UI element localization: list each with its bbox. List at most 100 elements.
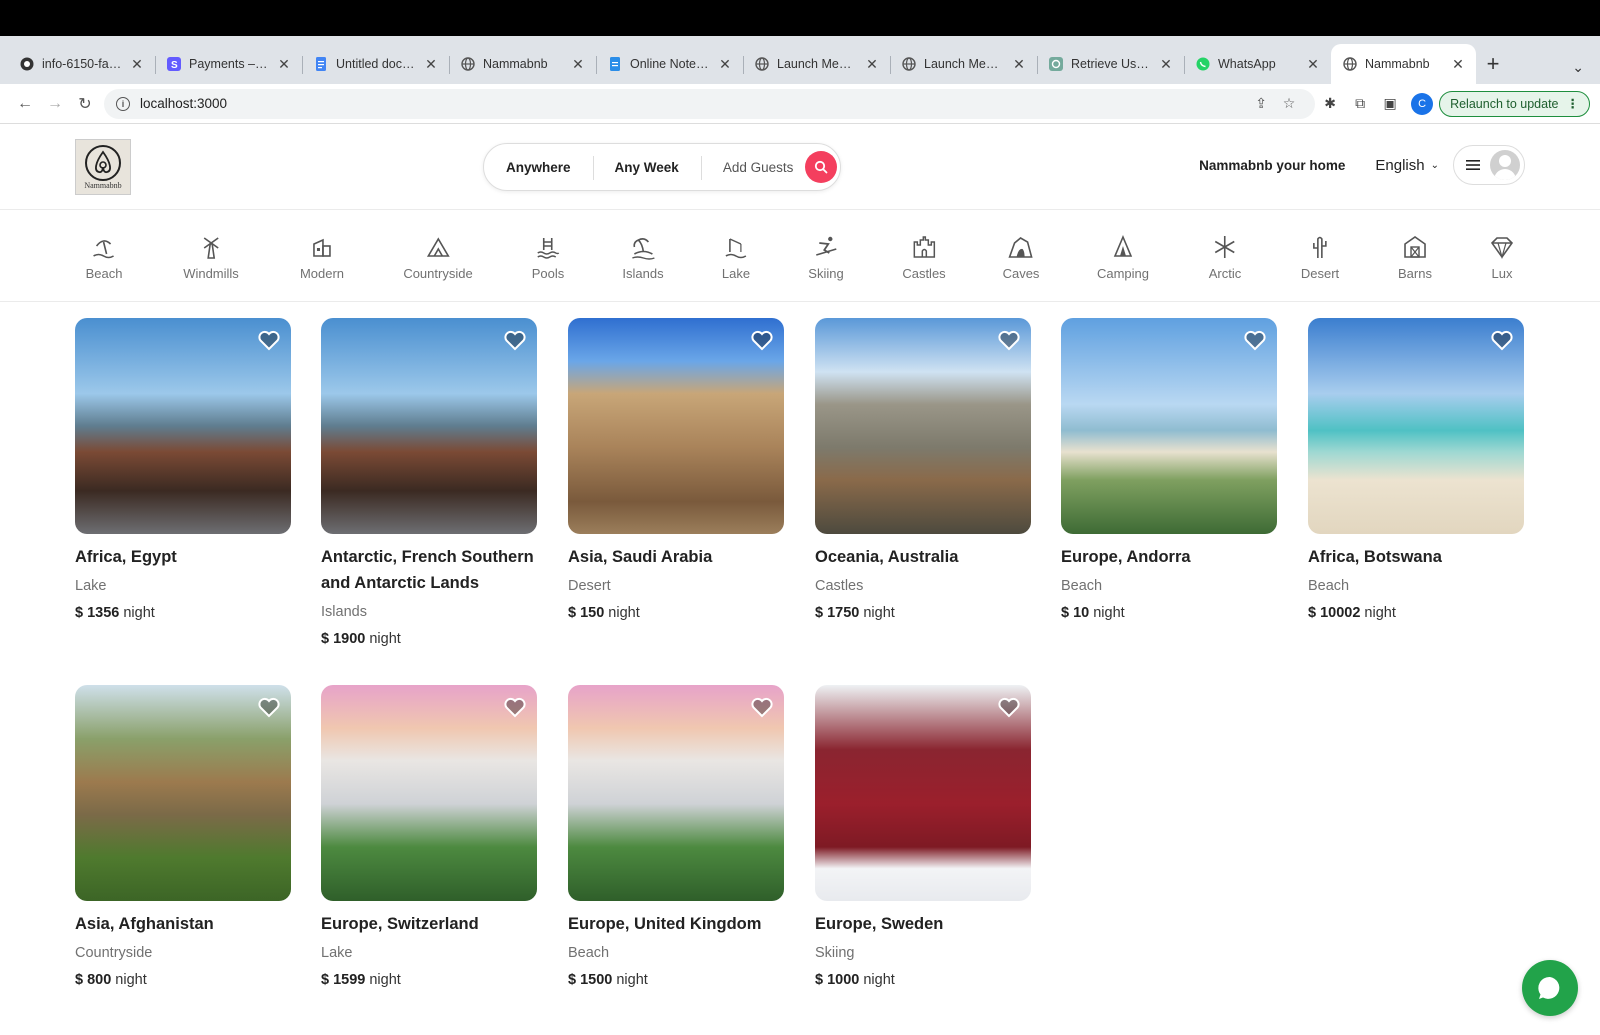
category-label: Castles bbox=[902, 266, 946, 281]
user-menu-button[interactable] bbox=[1453, 145, 1525, 185]
site-info-icon[interactable]: i bbox=[116, 96, 130, 111]
close-icon[interactable]: ✕ bbox=[276, 56, 292, 73]
heart-icon[interactable] bbox=[257, 695, 281, 719]
tab-search-chevron-icon[interactable]: ⌄ bbox=[1572, 59, 1584, 76]
category-beach[interactable]: Beach bbox=[86, 234, 122, 281]
listing-card[interactable]: Asia, Afghanistan Countryside $ 800 night bbox=[75, 685, 291, 991]
category-lux[interactable]: Lux bbox=[1489, 234, 1515, 281]
extension-icon[interactable]: ✱ bbox=[1315, 89, 1345, 119]
listing-price: $ 1000 night bbox=[815, 969, 1031, 991]
category-modern[interactable]: Modern bbox=[300, 234, 344, 281]
bookmark-star-icon[interactable]: ☆ bbox=[1275, 95, 1303, 112]
globe-icon bbox=[1343, 57, 1357, 71]
close-icon[interactable]: ✕ bbox=[570, 56, 586, 73]
heart-icon[interactable] bbox=[997, 328, 1021, 352]
category-caves[interactable]: Caves bbox=[1003, 234, 1039, 281]
heart-icon[interactable] bbox=[503, 328, 527, 352]
listing-image[interactable] bbox=[568, 318, 784, 534]
listing-image[interactable] bbox=[1061, 318, 1277, 534]
close-icon[interactable]: ✕ bbox=[717, 56, 733, 73]
listing-card[interactable]: Europe, United Kingdom Beach $ 1500 night bbox=[568, 685, 784, 991]
listing-card[interactable]: Europe, Switzerland Lake $ 1599 night bbox=[321, 685, 537, 991]
heart-icon[interactable] bbox=[257, 328, 281, 352]
heart-icon[interactable] bbox=[997, 695, 1021, 719]
listing-card[interactable]: Antarctic, French Southern and Antarctic… bbox=[321, 318, 537, 650]
category-lake[interactable]: Lake bbox=[722, 234, 750, 281]
listing-card[interactable]: Europe, Sweden Skiing $ 1000 night bbox=[815, 685, 1031, 991]
browser-tab[interactable]: Nammabnb ✕ bbox=[449, 44, 596, 84]
close-icon[interactable]: ✕ bbox=[1011, 56, 1027, 73]
browser-tab[interactable]: Launch Meeting ✕ bbox=[890, 44, 1037, 84]
browser-tab[interactable]: info-6150-fall-2 ✕ bbox=[8, 44, 155, 84]
category-islands[interactable]: Islands bbox=[622, 234, 664, 281]
browser-tab[interactable]: Online Notepad ✕ bbox=[596, 44, 743, 84]
category-arctic[interactable]: Arctic bbox=[1209, 234, 1241, 281]
browser-tab[interactable]: WhatsApp ✕ bbox=[1184, 44, 1331, 84]
heart-icon[interactable] bbox=[1243, 328, 1267, 352]
listing-card[interactable]: Europe, Andorra Beach $ 10 night bbox=[1061, 318, 1277, 624]
browser-tab[interactable]: Untitled document ✕ bbox=[302, 44, 449, 84]
close-icon[interactable]: ✕ bbox=[1158, 56, 1174, 73]
close-icon[interactable]: ✕ bbox=[864, 56, 880, 73]
browser-tab-active[interactable]: Nammabnb ✕ bbox=[1331, 44, 1476, 84]
search-bar[interactable]: Anywhere Any Week Add Guests bbox=[483, 143, 841, 191]
category-windmills[interactable]: Windmills bbox=[183, 234, 239, 281]
close-icon[interactable]: ✕ bbox=[129, 56, 145, 73]
category-countryside[interactable]: Countryside bbox=[403, 234, 473, 281]
close-icon[interactable]: ✕ bbox=[1305, 56, 1321, 73]
close-icon[interactable]: ✕ bbox=[1450, 56, 1466, 73]
svg-text:S: S bbox=[171, 60, 178, 71]
listing-card[interactable]: Africa, Botswana Beach $ 10002 night bbox=[1308, 318, 1524, 624]
price-amount: $ 1356 bbox=[75, 605, 120, 621]
category-pools[interactable]: Pools bbox=[532, 234, 564, 281]
heart-icon[interactable] bbox=[750, 695, 774, 719]
listing-card[interactable]: Asia, Saudi Arabia Desert $ 150 night bbox=[568, 318, 784, 624]
browser-tab[interactable]: Launch Meeting ✕ bbox=[743, 44, 890, 84]
search-any-week[interactable]: Any Week bbox=[592, 155, 701, 180]
heart-icon[interactable] bbox=[503, 695, 527, 719]
listing-image[interactable] bbox=[321, 318, 537, 534]
address-bar[interactable]: i localhost:3000 ⇪ ☆ bbox=[104, 88, 1316, 119]
listing-image[interactable] bbox=[75, 318, 291, 534]
category-skiing[interactable]: Skiing bbox=[808, 234, 844, 281]
category-label: Barns bbox=[1398, 266, 1432, 281]
category-castles[interactable]: Castles bbox=[902, 234, 946, 281]
puzzle-icon[interactable]: ⧉ bbox=[1345, 89, 1375, 119]
search-add-guests[interactable]: Add Guests bbox=[700, 155, 806, 180]
listing-image[interactable] bbox=[815, 318, 1031, 534]
listing-image[interactable] bbox=[815, 685, 1031, 901]
reload-icon[interactable]: ↻ bbox=[70, 89, 100, 119]
new-tab-button[interactable]: + bbox=[1476, 44, 1510, 84]
tab-title: Nammabnb bbox=[1365, 57, 1430, 71]
listing-image[interactable] bbox=[1308, 318, 1524, 534]
category-desert[interactable]: Desert bbox=[1301, 234, 1339, 281]
price-amount: $ 1900 bbox=[321, 631, 366, 647]
side-panel-icon[interactable]: ▣ bbox=[1375, 89, 1405, 119]
category-barns[interactable]: Barns bbox=[1398, 234, 1432, 281]
listing-image[interactable] bbox=[568, 685, 784, 901]
browser-tab[interactable]: Retrieve User In ✕ bbox=[1037, 44, 1184, 84]
language-select[interactable]: English ⌄ bbox=[1375, 157, 1439, 174]
listing-card[interactable]: Oceania, Australia Castles $ 1750 night bbox=[815, 318, 1031, 624]
category-camping[interactable]: Camping bbox=[1097, 234, 1149, 281]
hamburger-menu-icon bbox=[1466, 160, 1480, 170]
share-icon[interactable]: ⇪ bbox=[1247, 95, 1275, 112]
close-icon[interactable]: ✕ bbox=[423, 56, 439, 73]
relaunch-button[interactable]: Relaunch to update ⋮ bbox=[1439, 90, 1590, 117]
listing-card[interactable]: Africa, Egypt Lake $ 1356 night bbox=[75, 318, 291, 624]
profile-avatar[interactable]: C bbox=[1411, 92, 1434, 115]
listing-image[interactable] bbox=[75, 685, 291, 901]
camping-icon bbox=[1113, 234, 1133, 257]
heart-icon[interactable] bbox=[1490, 328, 1514, 352]
browser-tab[interactable]: S Payments – New ✕ bbox=[155, 44, 302, 84]
listing-image[interactable] bbox=[321, 685, 537, 901]
search-button[interactable] bbox=[805, 151, 838, 183]
price-amount: $ 10002 bbox=[1308, 605, 1361, 621]
host-home-link[interactable]: Nammabnb your home bbox=[1199, 158, 1345, 173]
logo[interactable]: Nammabnb bbox=[75, 138, 131, 195]
chat-button[interactable] bbox=[1522, 960, 1578, 1016]
search-anywhere[interactable]: Anywhere bbox=[484, 160, 593, 175]
forward-arrow-icon[interactable]: → bbox=[40, 89, 70, 119]
back-arrow-icon[interactable]: ← bbox=[10, 89, 40, 119]
heart-icon[interactable] bbox=[750, 328, 774, 352]
